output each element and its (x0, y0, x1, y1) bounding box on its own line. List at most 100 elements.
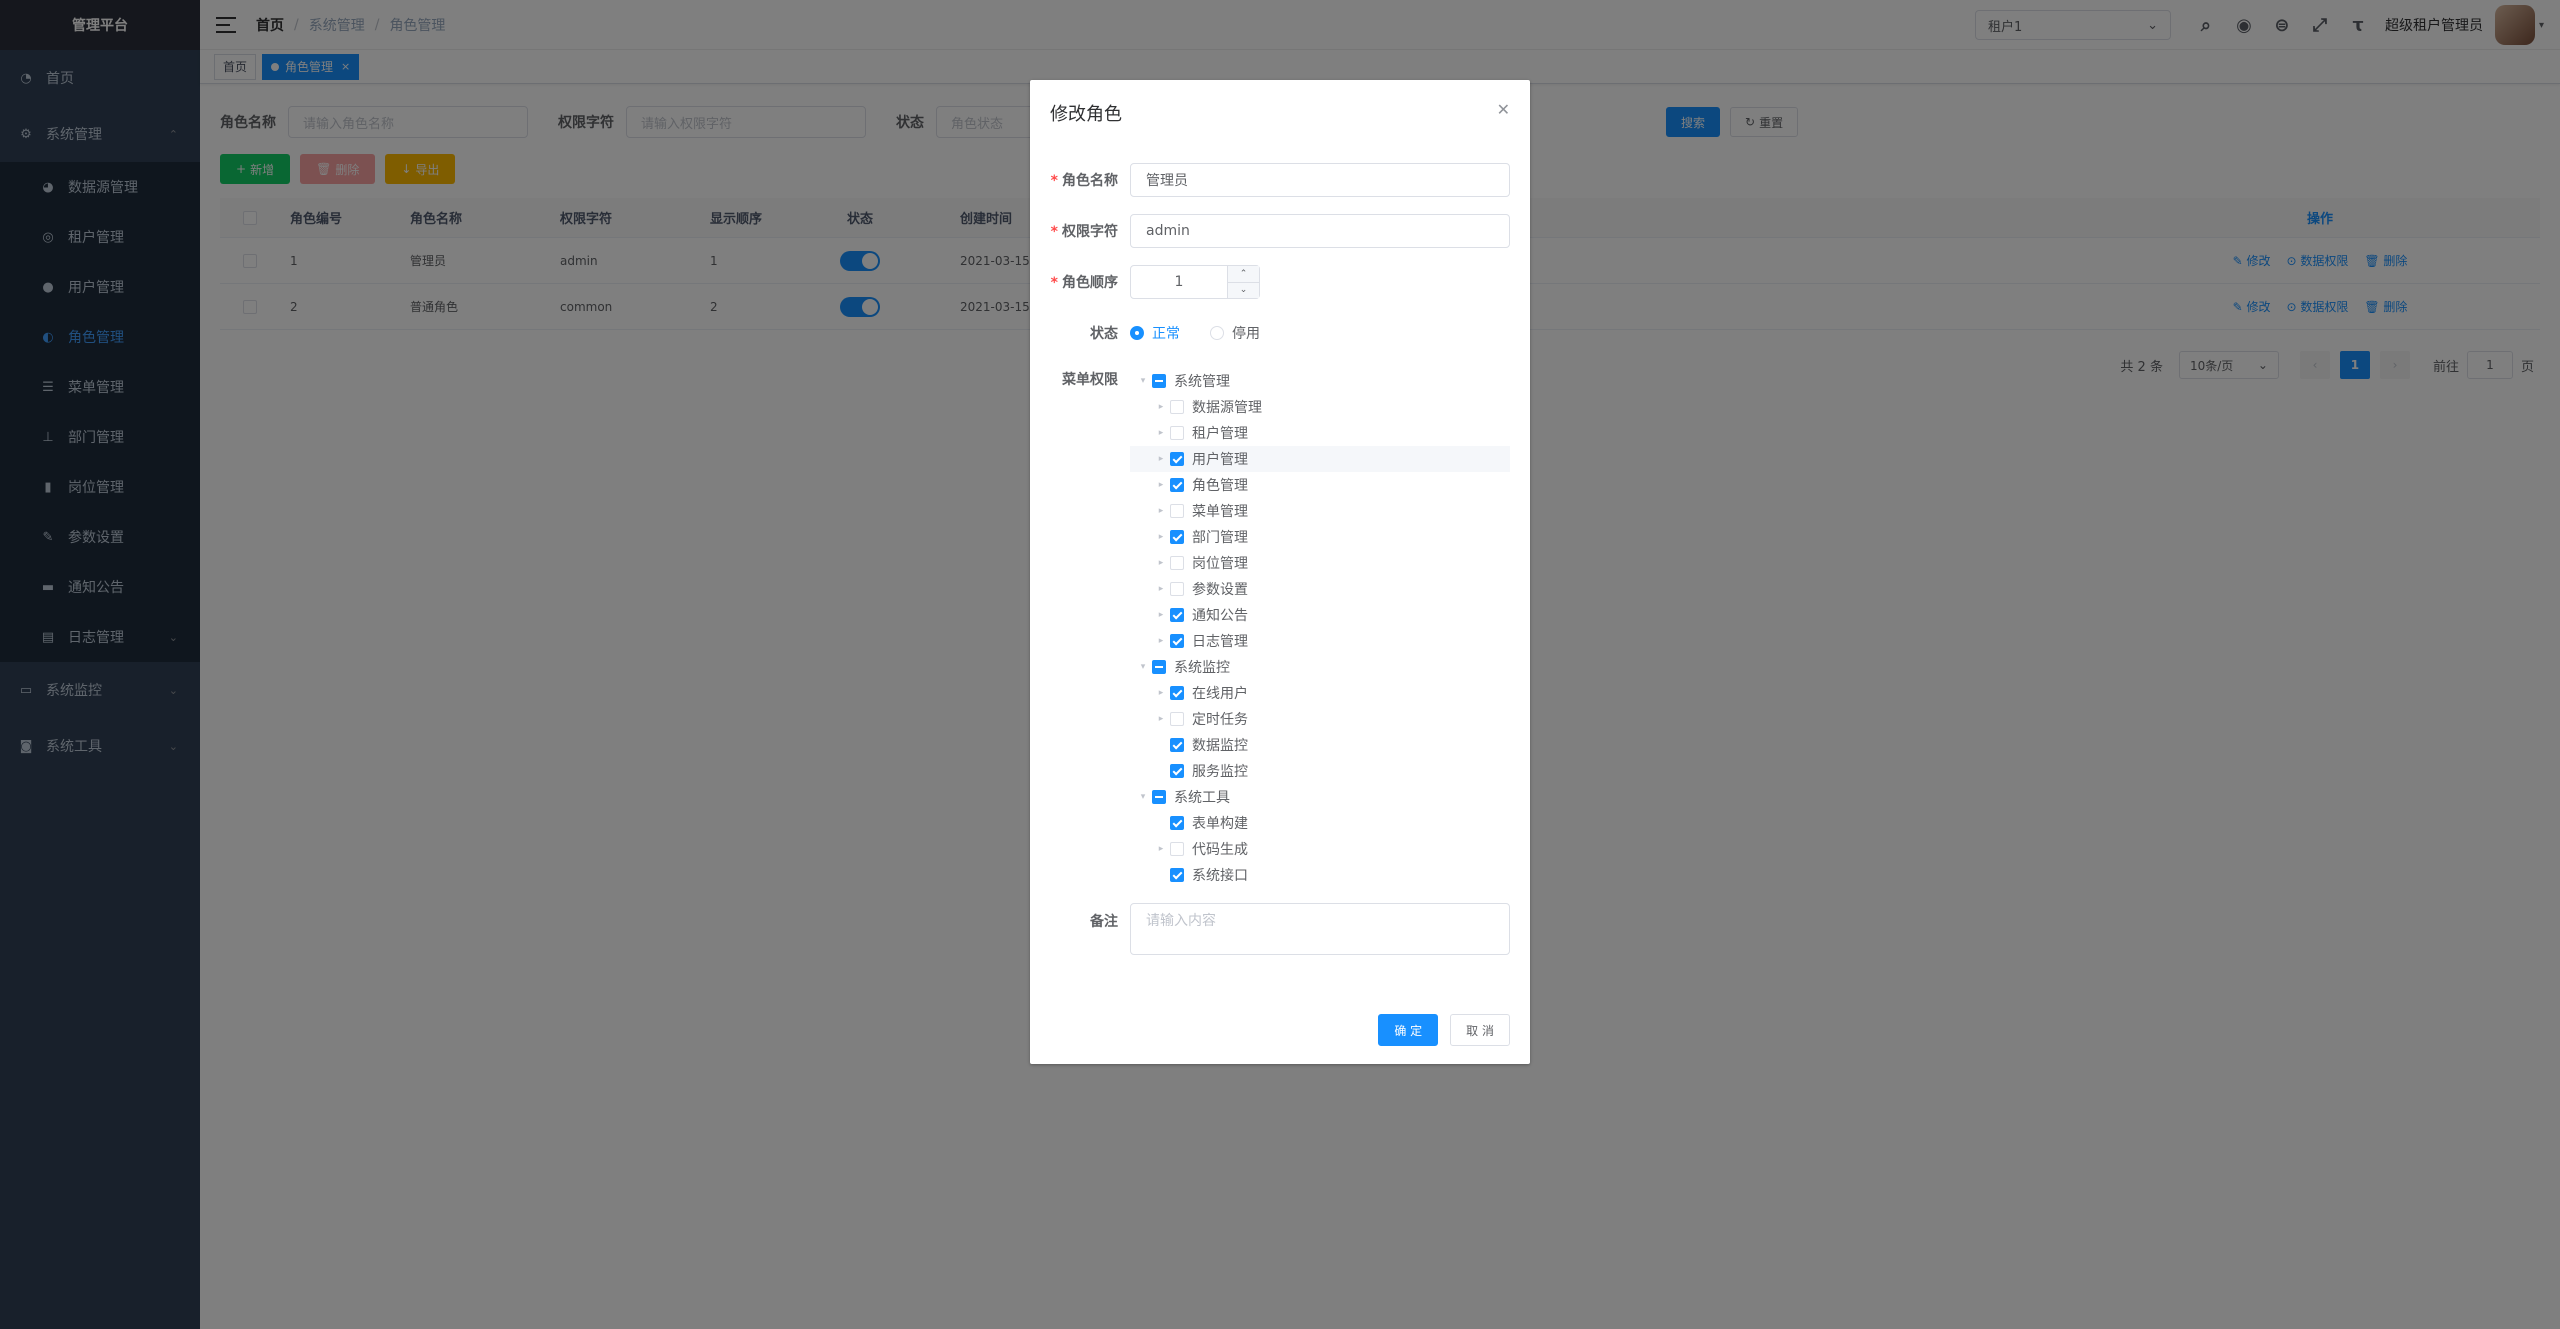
caret-right-icon[interactable]: ▸ (1152, 480, 1170, 490)
caret-right-icon[interactable]: ▸ (1152, 610, 1170, 620)
role-key-field[interactable]: admin (1130, 214, 1510, 248)
status-disabled-radio[interactable]: 停用 (1210, 323, 1260, 343)
form-row-sort: * 角色顺序 1 ⌃ ⌄ (1030, 265, 1530, 299)
tree-node[interactable]: ▸ 岗位管理 (1130, 550, 1510, 576)
radio-dot (1130, 326, 1144, 340)
tree-node[interactable]: ▸ 角色管理 (1130, 472, 1510, 498)
form-label: 菜单权限 (1062, 372, 1118, 388)
tree-node-label: 角色管理 (1192, 478, 1248, 494)
tree-node[interactable]: ▾ 系统管理 (1130, 368, 1510, 394)
tree-checkbox[interactable] (1170, 478, 1184, 492)
dialog-footer: 确 定 取 消 (1366, 1014, 1510, 1046)
role-name-field[interactable]: 管理员 (1130, 163, 1510, 197)
tree-node[interactable]: ▸ 部门管理 (1130, 524, 1510, 550)
form-label-text: 角色名称 (1062, 173, 1118, 189)
tree-node[interactable]: ▸ 菜单管理 (1130, 498, 1510, 524)
status-normal-radio[interactable]: 正常 (1130, 323, 1180, 343)
tree-node[interactable]: ▸ 用户管理 (1130, 446, 1510, 472)
form-row-status: 状态 正常 停用 (1030, 316, 1530, 350)
caret-right-icon[interactable]: ▸ (1152, 454, 1170, 464)
tree-node[interactable]: ▾ 系统工具 (1130, 784, 1510, 810)
tree-node[interactable]: ▸ 参数设置 (1130, 576, 1510, 602)
tree-checkbox[interactable] (1170, 738, 1184, 752)
tree-node-label: 租户管理 (1192, 426, 1248, 442)
tree-node-label: 岗位管理 (1192, 556, 1248, 572)
tree-node-label: 代码生成 (1192, 842, 1248, 858)
tree-node-label: 参数设置 (1192, 582, 1248, 598)
caret-down-icon[interactable]: ▾ (1134, 662, 1152, 672)
form-row-key: * 权限字符 admin (1030, 214, 1530, 248)
caret-right-icon[interactable]: ▸ (1152, 402, 1170, 412)
caret-right-icon[interactable]: ▸ (1152, 844, 1170, 854)
tree-node[interactable]: ▾ 系统监控 (1130, 654, 1510, 680)
tree-checkbox[interactable] (1170, 634, 1184, 648)
caret-right-icon[interactable]: ▸ (1152, 714, 1170, 724)
tree-checkbox[interactable] (1170, 764, 1184, 778)
tree-checkbox[interactable] (1170, 868, 1184, 882)
tree-checkbox[interactable] (1170, 686, 1184, 700)
tree-node-label: 日志管理 (1192, 634, 1248, 650)
tree-node[interactable]: ▸ 租户管理 (1130, 420, 1510, 446)
tree-checkbox[interactable] (1170, 530, 1184, 544)
tree-checkbox[interactable] (1170, 556, 1184, 570)
tree-checkbox[interactable] (1170, 504, 1184, 518)
tree-checkbox[interactable] (1170, 452, 1184, 466)
tree-checkbox[interactable] (1170, 400, 1184, 414)
confirm-button[interactable]: 确 定 (1378, 1014, 1439, 1046)
stepper-value[interactable]: 1 (1131, 274, 1227, 290)
tree-node-label: 菜单管理 (1192, 504, 1248, 520)
tree-node[interactable]: 服务监控 (1130, 758, 1510, 784)
caret-right-icon[interactable]: ▸ (1152, 558, 1170, 568)
cancel-button-label: 取 消 (1466, 1023, 1494, 1038)
tree-node-label: 系统接口 (1192, 868, 1248, 884)
radio-label: 正常 (1152, 326, 1180, 342)
caret-down-icon[interactable]: ▾ (1134, 376, 1152, 386)
tree-checkbox[interactable] (1170, 582, 1184, 596)
required-mark: * (1050, 275, 1058, 291)
menu-permission-tree: ▾ 系统管理 ▸ 数据源管理 ▸ 租户管理 ▸ 用户管理 ▸ 角色管理 ▸ 菜单管理 ▸ 部门管理 ▸ 岗位管… (1130, 368, 1510, 888)
tree-checkbox[interactable] (1170, 712, 1184, 726)
caret-right-icon[interactable]: ▸ (1152, 584, 1170, 594)
tree-checkbox[interactable] (1170, 426, 1184, 440)
form-label: 状态 (1090, 326, 1118, 342)
caret-right-icon[interactable]: ▸ (1152, 636, 1170, 646)
caret-right-icon[interactable]: ▸ (1152, 688, 1170, 698)
cancel-button[interactable]: 取 消 (1450, 1014, 1510, 1046)
role-sort-stepper[interactable]: 1 ⌃ ⌄ (1130, 265, 1260, 299)
caret-right-icon[interactable]: ▸ (1152, 532, 1170, 542)
form-row-name: * 角色名称 管理员 (1030, 163, 1530, 197)
tree-node[interactable]: ▸ 代码生成 (1130, 836, 1510, 862)
confirm-button-label: 确 定 (1394, 1023, 1423, 1038)
dialog-title: 修改角色 (1050, 104, 1122, 125)
form-label-text: 角色顺序 (1062, 275, 1118, 291)
tree-checkbox[interactable] (1170, 842, 1184, 856)
tree-node[interactable]: ▸ 定时任务 (1130, 706, 1510, 732)
tree-node[interactable]: 数据监控 (1130, 732, 1510, 758)
tree-node[interactable]: 系统接口 (1130, 862, 1510, 888)
caret-right-icon[interactable]: ▸ (1152, 506, 1170, 516)
radio-label: 停用 (1232, 326, 1260, 342)
tree-node-label: 通知公告 (1192, 608, 1248, 624)
tree-checkbox[interactable] (1170, 816, 1184, 830)
required-mark: * (1050, 224, 1058, 240)
tree-checkbox[interactable] (1152, 374, 1166, 388)
tree-node-label: 定时任务 (1192, 712, 1248, 728)
tree-node[interactable]: ▸ 日志管理 (1130, 628, 1510, 654)
stepper-up-icon[interactable]: ⌃ (1228, 266, 1259, 283)
tree-node-label: 服务监控 (1192, 764, 1248, 780)
tree-node[interactable]: ▸ 通知公告 (1130, 602, 1510, 628)
stepper-down-icon[interactable]: ⌄ (1228, 283, 1259, 299)
tree-checkbox[interactable] (1152, 660, 1166, 674)
caret-right-icon[interactable]: ▸ (1152, 428, 1170, 438)
tree-node[interactable]: 表单构建 (1130, 810, 1510, 836)
tree-checkbox[interactable] (1152, 790, 1166, 804)
caret-down-icon[interactable]: ▾ (1134, 792, 1152, 802)
form-row-remark: 备注 请输入内容 (1030, 903, 1530, 955)
tree-node-label: 表单构建 (1192, 816, 1248, 832)
tree-checkbox[interactable] (1170, 608, 1184, 622)
tree-node[interactable]: ▸ 在线用户 (1130, 680, 1510, 706)
tree-node[interactable]: ▸ 数据源管理 (1130, 394, 1510, 420)
remark-textarea[interactable]: 请输入内容 (1130, 903, 1510, 955)
stepper-controls: ⌃ ⌄ (1227, 266, 1259, 298)
close-icon[interactable]: ✕ (1497, 100, 1510, 119)
